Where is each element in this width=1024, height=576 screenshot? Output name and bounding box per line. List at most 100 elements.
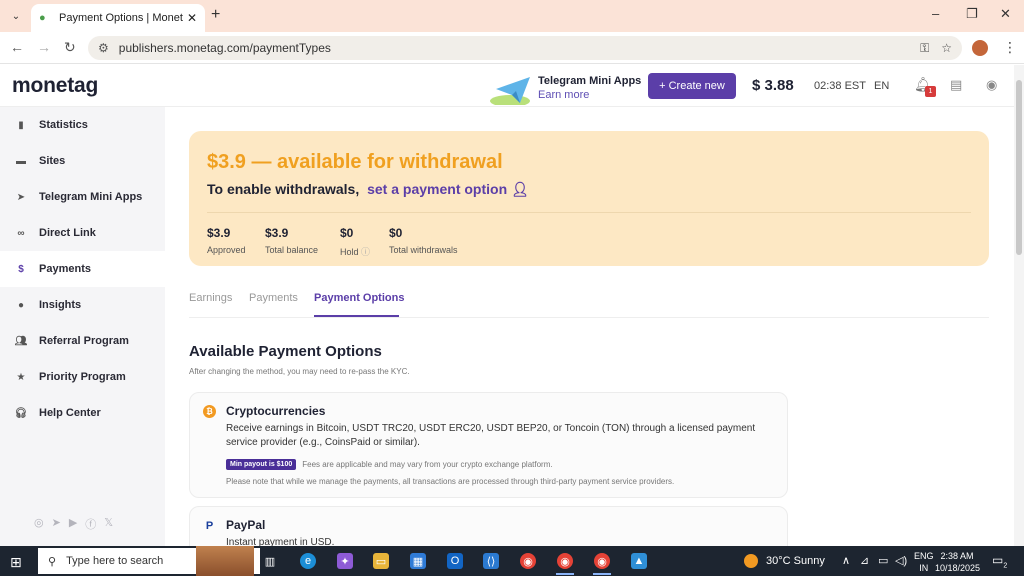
photos-icon[interactable]: ▲ — [631, 553, 647, 569]
site-info-icon[interactable]: ⚙ — [98, 41, 109, 55]
sidebar-item-insights[interactable]: ● Insights — [0, 287, 165, 323]
chrome-profile-icon[interactable]: ◉ — [557, 553, 573, 569]
question-icon: ● — [17, 299, 25, 311]
sidebar-item-label: Payments — [39, 263, 91, 275]
windows-taskbar: ⊞ ⚲ Type here to search ▥ e ✦ ▭ ▦ O ⟨⟩ ◉… — [0, 546, 1024, 576]
forward-icon[interactable]: → — [37, 39, 51, 55]
search-placeholder: Type here to search — [66, 555, 164, 567]
sidebar-item-label: Referral Program — [39, 335, 129, 347]
dollar-icon: $ — [18, 263, 24, 275]
language-selector[interactable]: EN — [874, 80, 889, 92]
payment-option-crypto[interactable]: ₿ Cryptocurrencies Receive earnings in B… — [189, 392, 788, 498]
edge-icon[interactable]: e — [300, 553, 316, 569]
facebook-icon[interactable]: ⓕ — [85, 516, 96, 532]
card-note: Please note that while we manage the pay… — [226, 477, 675, 486]
promo-title: Telegram Mini Apps — [538, 75, 642, 87]
header-balance: $ 3.88 — [752, 77, 794, 94]
search-highlight-image[interactable] — [196, 546, 254, 576]
sidebar-item-priority-program[interactable]: ★ Priority Program — [0, 359, 165, 395]
info-icon[interactable]: ⓘ — [361, 247, 370, 257]
window-close-icon[interactable]: ✕ — [1000, 6, 1011, 22]
outlook-icon[interactable]: O — [447, 553, 463, 569]
sidebar-item-label: Telegram Mini Apps — [39, 191, 143, 203]
banner-divider — [207, 212, 971, 213]
stat-value: $0 — [389, 226, 403, 240]
chrome-icon[interactable]: ◉ — [520, 553, 536, 569]
volume-icon[interactable]: ◁) — [895, 554, 907, 567]
youtube-icon[interactable]: ▶ — [69, 516, 77, 532]
account-icon[interactable]: ◉ — [986, 77, 997, 93]
task-view-icon[interactable]: ▥ — [262, 553, 278, 569]
key-icon[interactable]: ⚿ — [920, 41, 929, 56]
x-twitter-icon[interactable]: 𝕏 — [104, 516, 113, 532]
search-icon: ⚲ — [48, 555, 57, 568]
file-explorer-icon[interactable]: ▭ — [373, 553, 389, 569]
active-app-indicator — [593, 573, 611, 575]
browser-tab[interactable]: ● Payment Options | Monetag.co ✕ — [31, 4, 205, 32]
section-title: Available Payment Options — [189, 343, 382, 360]
sidebar-item-payments[interactable]: $ Payments — [0, 251, 165, 287]
notification-center-icon[interactable]: ▭2 — [992, 553, 1007, 569]
section-hint: After changing the method, you may need … — [189, 367, 410, 376]
sidebar-item-referral-program[interactable]: 👥︎ Referral Program — [0, 323, 165, 359]
paypal-icon: P — [205, 519, 214, 532]
sidebar-item-label: Direct Link — [39, 227, 96, 239]
notification-badge: 1 — [925, 86, 936, 97]
input-language[interactable]: ENG IN — [914, 550, 934, 574]
tab-payments[interactable]: Payments — [249, 292, 298, 304]
instagram-icon[interactable]: ◎ — [34, 516, 44, 532]
header-time: 02:38 EST — [814, 80, 866, 92]
profile-avatar[interactable] — [972, 40, 988, 56]
monetag-logo[interactable]: monetag — [12, 74, 98, 98]
minimize-icon[interactable]: – — [932, 6, 939, 21]
telegram-social-icon[interactable]: ➤ — [52, 516, 61, 532]
sidebar-item-help-center[interactable]: 🎧︎ Help Center — [0, 395, 165, 431]
close-tab-icon[interactable]: ✕ — [187, 11, 197, 25]
battery-icon[interactable]: ▭ — [878, 554, 888, 567]
earn-more-link[interactable]: Earn more — [538, 89, 589, 101]
copilot-icon[interactable]: ✦ — [337, 553, 353, 569]
scrollbar-thumb[interactable] — [1016, 80, 1022, 255]
telegram-promo[interactable]: Telegram Mini Apps Earn more — [490, 73, 642, 107]
windows-start-icon[interactable]: ⊞ — [10, 554, 22, 571]
sidebar-item-label: Help Center — [39, 407, 101, 419]
sidebar: ▮ Statistics ▬ Sites ➤ Telegram Mini App… — [0, 107, 165, 546]
stat-label: Hold ⓘ — [340, 247, 371, 257]
network-icon[interactable]: ⊿ — [860, 554, 869, 567]
weather-widget[interactable]: 30°C Sunny — [744, 554, 825, 568]
restore-icon[interactable]: ❐ — [966, 6, 978, 22]
min-payout-badge: Min payout is $100 — [226, 459, 297, 470]
back-icon[interactable]: ← — [10, 39, 24, 55]
sidebar-item-direct-link[interactable]: ∞ Direct Link — [0, 215, 165, 251]
stat-value: $3.9 — [207, 226, 231, 240]
new-tab-icon[interactable]: + — [211, 6, 220, 24]
sidebar-item-label: Sites — [39, 155, 66, 167]
gift-icon[interactable]: ▤ — [950, 77, 962, 93]
reload-icon[interactable]: ↻ — [64, 39, 76, 56]
bar-chart-icon: ▮ — [18, 119, 24, 131]
tab-earnings[interactable]: Earnings — [189, 292, 232, 304]
card-description: Receive earnings in Bitcoin, USDT TRC20,… — [226, 423, 756, 448]
tab-payment-options[interactable]: Payment Options — [314, 292, 404, 304]
tray-chevron-icon[interactable]: ∧ — [842, 554, 850, 567]
sidebar-item-sites[interactable]: ▬ Sites — [0, 143, 165, 179]
browser-tab-bar: ⌄ ● Payment Options | Monetag.co ✕ + – ❐… — [0, 0, 1024, 32]
app-header: monetag Telegram Mini Apps Earn more + C… — [0, 65, 1014, 107]
enable-withdrawals-text: To enable withdrawals, set a payment opt… — [207, 181, 529, 198]
vscode-icon[interactable]: ⟨⟩ — [483, 553, 499, 569]
omnibox[interactable]: ⚙ publishers.monetag.com/paymentTypes ⚿ … — [88, 36, 962, 60]
weather-text: 30°C Sunny — [766, 555, 825, 567]
create-new-button[interactable]: + Create new — [648, 73, 736, 99]
stat-hold: $0 Hold ⓘ — [340, 226, 370, 258]
store-icon[interactable]: ▦ — [410, 553, 426, 569]
bookmark-star-icon[interactable]: ☆ — [941, 41, 952, 55]
chrome-active-icon[interactable]: ◉ — [594, 553, 610, 569]
android-favicon-icon: ● — [39, 12, 46, 24]
taskbar-clock[interactable]: 2:38 AM 10/18/2025 — [935, 550, 980, 574]
set-payment-option-link[interactable]: set a payment option 👤︎ — [367, 181, 529, 197]
sidebar-item-statistics[interactable]: ▮ Statistics — [0, 107, 165, 143]
url-text[interactable]: publishers.monetag.com/paymentTypes — [119, 41, 908, 55]
tab-search-chevron-icon[interactable]: ⌄ — [6, 6, 26, 26]
sidebar-item-telegram-mini-apps[interactable]: ➤ Telegram Mini Apps — [0, 179, 165, 215]
browser-menu-icon[interactable]: ⋮ — [1003, 39, 1017, 56]
